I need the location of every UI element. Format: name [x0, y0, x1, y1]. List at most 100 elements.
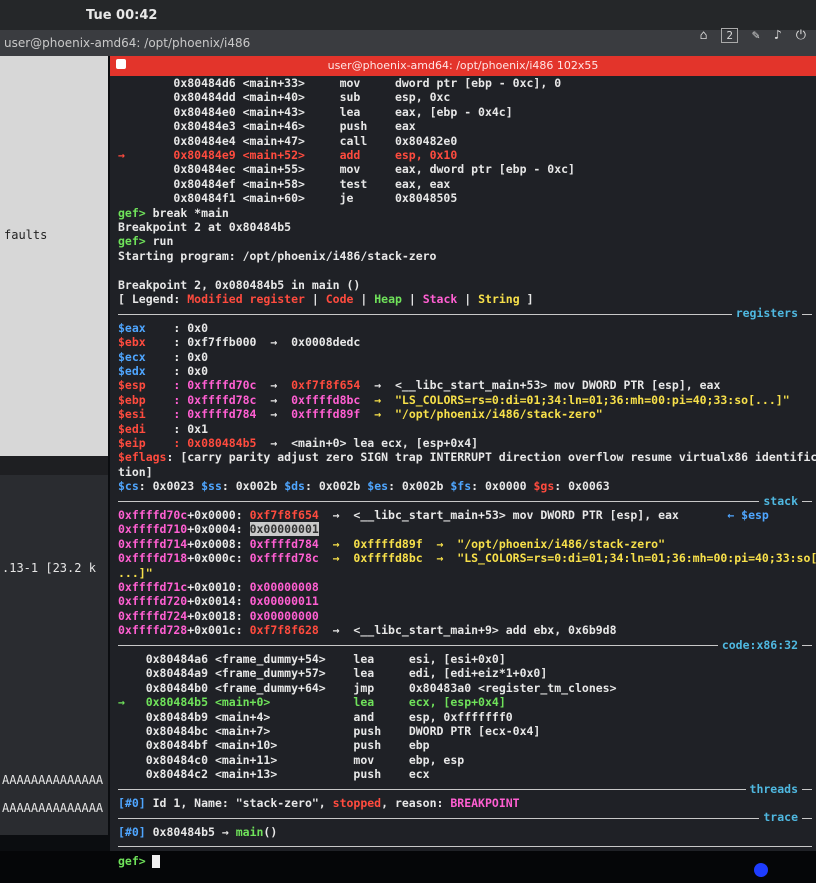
eflags-value: : [carry parity adjust zero SIGN trap IN…	[166, 450, 816, 465]
stack-value: 0x00000000	[249, 608, 319, 623]
register-name: $ebp	[118, 392, 174, 407]
stack-value: 0xf7f8f628	[249, 623, 319, 638]
register-value: : 0xf7ffb000	[173, 335, 257, 350]
segment-value: : 0x002b	[304, 479, 368, 494]
current-arrow-icon	[118, 652, 146, 666]
code-opcode: jmp	[353, 680, 409, 695]
disasm-opcode: je	[339, 191, 395, 206]
code-address: 0x80484b0 <frame_dummy+64>	[145, 680, 354, 695]
register-name: $eip	[118, 436, 174, 450]
current-arrow-icon	[118, 105, 173, 119]
disasm-address: 0x80484e0 <main+43>	[173, 104, 340, 119]
volume-icon[interactable]: ♪	[774, 28, 782, 43]
eflags-line: $eflags: [carry parity adjust zero SIGN …	[118, 450, 816, 465]
terminal-title-bar[interactable]: user@phoenix-amd64: /opt/phoenix/i486 10…	[110, 56, 816, 76]
trace-section-label: trace	[759, 810, 802, 826]
segment-name: $cs	[118, 479, 139, 494]
segment-name: $es	[367, 479, 389, 494]
code-address: 0x80484c0 <main+11>	[145, 752, 354, 767]
clock[interactable]: Tue 00:42	[86, 8, 157, 23]
gef-terminal-window[interactable]: user@phoenix-amd64: /opt/phoenix/i486 10…	[110, 56, 816, 868]
stack-value: 0xffffd784	[249, 536, 319, 551]
prompt-line[interactable]: gef>	[118, 854, 160, 869]
window-title-bar: user@phoenix-amd64: /opt/phoenix/i486	[0, 30, 816, 56]
workspace-badge[interactable]: 2	[721, 28, 739, 43]
code-operands: ebp, esp	[408, 752, 465, 767]
stack-value: 0x00000011	[249, 594, 319, 609]
current-arrow-icon	[118, 681, 146, 695]
trace-paren: ()	[263, 824, 278, 839]
background-terminal-top: faults	[0, 56, 108, 456]
stack-offset: +0x001c:	[187, 623, 250, 638]
disasm-address: 0x80484dd <main+40>	[173, 90, 340, 105]
stack-separator	[118, 500, 812, 502]
legend-code: Code	[325, 292, 354, 306]
stack-line: 0xffffd724+0x0018: 0x00000000	[118, 609, 319, 624]
disasm-line: 0x80484e0 <main+43> lea eax, [ebp - 0x4c…	[118, 104, 512, 120]
code-line: 0x80484c2 <main+13> push ecx	[118, 767, 430, 782]
window-title: user@phoenix-amd64: /opt/phoenix/i486	[4, 36, 251, 50]
network-icon[interactable]: ⌂	[700, 28, 708, 43]
disasm-address: 0x80484e9 <main+52>	[173, 148, 340, 162]
output-text: Starting program: /opt/phoenix/i486/stac…	[118, 248, 437, 263]
code-opcode: push	[353, 738, 409, 753]
current-arrow-icon: →	[118, 148, 174, 162]
pen-icon[interactable]: ✎	[752, 28, 760, 43]
current-arrow-icon	[118, 162, 173, 176]
close-icon[interactable]	[116, 59, 126, 69]
register-deref: → <main+0> lea ecx, [esp+0x4]	[256, 436, 479, 450]
trace-separator	[118, 817, 812, 819]
legend-heap: Heap	[374, 292, 402, 306]
stack-address: 0xffffd714	[118, 536, 188, 551]
code-operands: ecx	[408, 767, 430, 782]
stack-address: 0xffffd710	[118, 522, 188, 537]
code-address: 0x80484c2 <main+13>	[145, 767, 354, 782]
current-arrow-icon	[118, 724, 146, 738]
stack-offset: +0x0004:	[187, 522, 250, 537]
code-opcode: mov	[353, 752, 409, 767]
stack-address: 0xffffd71c	[118, 580, 188, 594]
disasm-address: 0x80484d6 <main+33>	[173, 76, 340, 90]
disasm-operands: eax	[394, 119, 416, 134]
thread-line: [#0] Id 1, Name: "stack-zero", stopped, …	[118, 796, 520, 811]
disasm-address: 0x80484ef <main+58>	[173, 176, 340, 191]
legend-sep: |	[304, 292, 326, 306]
text-cursor[interactable]	[151, 854, 160, 868]
disasm-line: → 0x80484e9 <main+52> add esp, 0x10	[118, 148, 457, 163]
stack-value: 0xf7f8f654	[249, 508, 319, 522]
bg-terminal-text: AAAAAAAAAAAAAA	[2, 773, 104, 787]
current-arrow-icon	[118, 767, 146, 781]
code-opcode: push	[353, 724, 409, 738]
current-arrow-icon	[118, 710, 146, 724]
code-line: 0x80484bc <main+7> push DWORD PTR [ecx-0…	[118, 724, 541, 739]
thread-state: stopped	[332, 796, 382, 810]
output-text: Breakpoint 2 at 0x80484b5	[118, 220, 292, 234]
current-arrow-icon	[118, 177, 173, 191]
registers-section-label: registers	[731, 306, 802, 322]
bg-terminal-text: .13-1 [23.2 k	[2, 561, 96, 575]
code-opcode: and	[353, 709, 409, 724]
disasm-line: 0x80484ef <main+58> test eax, eax	[118, 177, 450, 192]
registers-separator	[118, 313, 812, 315]
segment-name: $ds	[284, 479, 305, 494]
legend-sep: |	[457, 292, 479, 306]
disasm-line: 0x80484d6 <main+33> mov dword ptr [ebp -…	[118, 76, 561, 91]
disasm-operands: 0x80482e0	[394, 133, 458, 148]
stack-deref: → <__libc_start_main+9> add ebx, 0x6b9d8	[318, 623, 617, 638]
stack-line: 0xffffd70c+0x0000: 0xf7f8f654 → <__libc_…	[118, 508, 769, 523]
output-line: Breakpoint 2 at 0x80484b5	[118, 220, 291, 235]
register-value: : 0x080484b5	[173, 436, 257, 450]
code-line: 0x80484b0 <frame_dummy+64> jmp 0x80483a0…	[118, 681, 617, 696]
legend-modified: Modified register	[187, 292, 305, 306]
power-icon[interactable]: ⏻	[796, 28, 806, 43]
stack-address: 0xffffd718	[118, 551, 188, 566]
segments-line: $cs: 0x0023 $ss: 0x002b $ds: 0x002b $es:…	[118, 479, 610, 494]
segment-value: : 0x0023	[138, 479, 202, 494]
register-name: $esi	[118, 407, 174, 422]
arrow-icon: →	[256, 392, 292, 407]
register-value: : 0x0	[173, 320, 209, 335]
register-value: : 0x0	[173, 349, 209, 364]
gef-prompt: gef>	[118, 234, 146, 249]
register-line: $ebx : 0xf7ffb000 → 0x0008dedc	[118, 335, 360, 350]
segment-name: $fs	[450, 479, 472, 494]
